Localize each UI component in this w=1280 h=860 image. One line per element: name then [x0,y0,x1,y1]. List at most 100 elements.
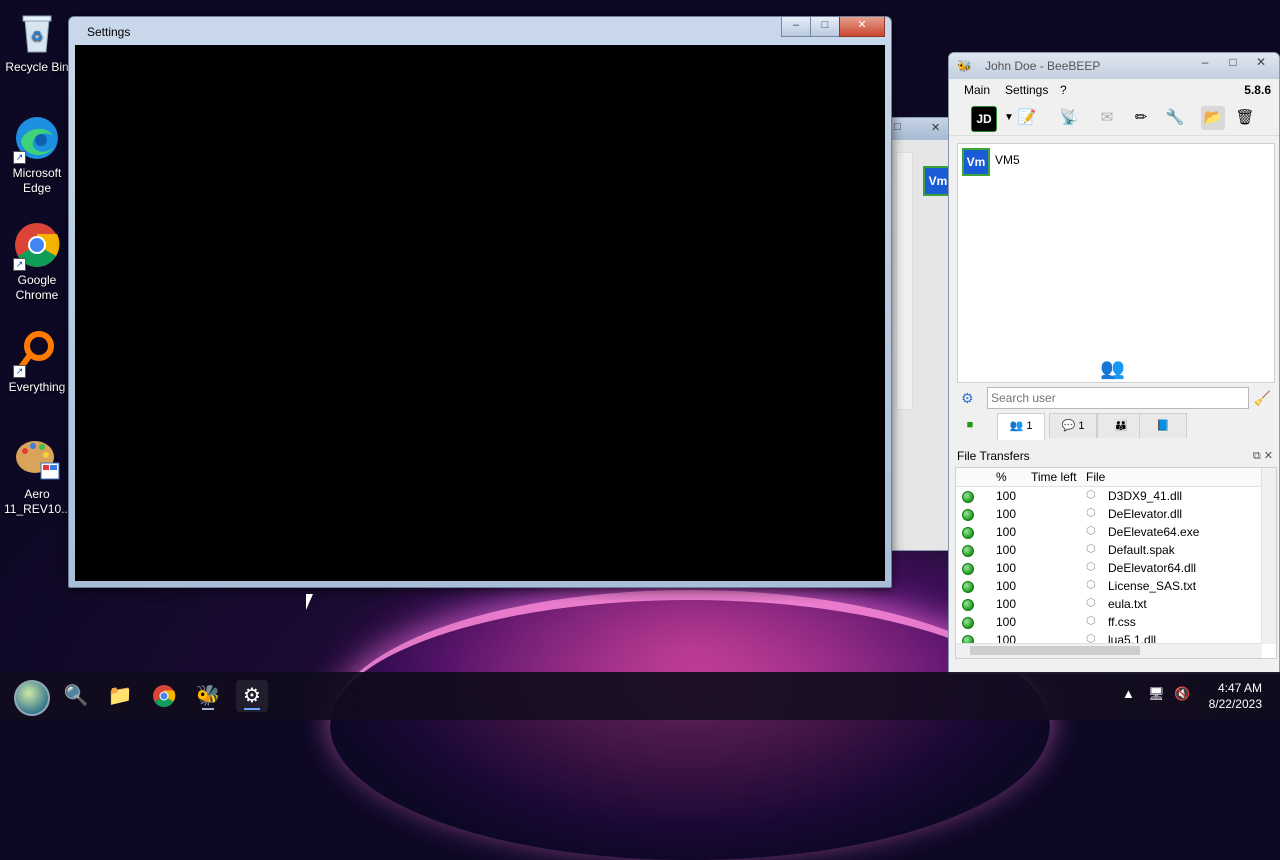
tab-users[interactable]: 👥 1 [997,413,1045,440]
file-transfers-table[interactable]: % Time left File 100 ⬡ D3DX9_41.dll 100 … [955,467,1277,659]
user-avatar[interactable]: Vm [962,148,990,176]
column-header[interactable]: File [1086,470,1105,484]
edit-profile-icon[interactable]: 📝 [1015,106,1039,130]
beebeep-taskbar-icon[interactable]: 🐝 [192,680,224,712]
table-row[interactable]: 100 ⬡ License_SAS.txt [956,577,1276,595]
menu-help[interactable]: ? [1060,83,1067,97]
scrollbar-thumb[interactable] [970,646,1140,655]
clear-icon[interactable]: 🗑 [1233,106,1257,130]
shortcut-arrow-icon: ↗ [13,151,26,164]
network-icon[interactable]: 📡 [1057,106,1081,130]
table-header: % Time left File [956,468,1276,487]
table-row[interactable]: 100 ⬡ ff.css [956,613,1276,631]
percent-cell: 100 [996,489,1017,503]
percent-cell: 100 [996,543,1017,557]
profile-button[interactable]: JD [971,106,997,132]
menu-bar: Main Settings ? 5.8.6 [949,79,1279,101]
chrome-icon[interactable] [148,680,180,712]
tab-share[interactable]: 📘 [1139,413,1187,438]
search-icon[interactable]: 🔍 [60,680,92,712]
write-icon[interactable]: ✏ [1129,106,1153,130]
close-icon[interactable]: ✕ [931,121,940,134]
beebeep-window[interactable]: 🐝 John Doe - BeeBEEP – □ ✕ Main Settings… [948,52,1280,674]
file-explorer-icon[interactable]: 📁 [104,680,136,712]
dock-close-icon[interactable]: ⧉ ✕ [1253,449,1273,463]
table-row[interactable]: 100 ⬡ DeElevate64.exe [956,523,1276,541]
file-transfers-title: File Transfers [957,449,1030,463]
tools-icon[interactable]: 🔧 [1163,106,1187,130]
tab-online[interactable]: ■ [953,413,987,437]
status-icon [962,617,974,629]
desktop-icon-aero[interactable]: Aero 11_REV10.... [4,435,75,517]
status-icon [962,563,974,575]
settings-taskbar-icon[interactable]: ⚙ [236,680,268,712]
maximize-icon[interactable]: □ [894,121,901,133]
chat-icon: 💬 [1061,420,1076,432]
maximize-button[interactable]: □ [810,17,840,37]
file-icon: ⬡ [1086,597,1096,609]
table-row[interactable]: 100 ⬡ DeElevator64.dll [956,559,1276,577]
tray-overflow-icon[interactable]: ▲ [1122,686,1135,701]
file-name-cell: DeElevator.dll [1108,507,1183,521]
svg-text:♻: ♻ [31,28,44,44]
desktop-icon-recycle-bin[interactable]: ♻ Recycle Bin [4,8,70,75]
everything-icon: ↗ [13,328,61,378]
percent-cell: 100 [996,597,1017,611]
clock[interactable]: 4:47 AM 8/22/2023 [1209,680,1262,712]
toolbar: JD ▼ 📝 📡 ✉ ✏ 🔧 📂 🗑 [949,101,1279,136]
column-header[interactable]: Time left [1031,470,1077,484]
share-folder-icon[interactable]: 📂 [1201,106,1225,130]
settings-content-area[interactable] [75,45,885,581]
vertical-scrollbar[interactable] [1261,468,1276,644]
version-label: 5.8.6 [1244,83,1271,97]
clock-date: 8/22/2023 [1208,697,1262,711]
window-title: John Doe - BeeBEEP [985,59,1101,73]
background-window-titlebar[interactable]: □ ✕ [891,118,951,140]
chrome-icon: ↗ [13,221,61,271]
file-name-cell: DeElevator64.dll [1108,561,1197,575]
file-name-cell: DeElevate64.exe [1108,525,1200,539]
gear-icon[interactable]: ⚙ [961,390,974,407]
settings-window[interactable]: Settings – □ ✕ [68,16,892,588]
minimize-button[interactable]: – [781,17,811,37]
status-icon [962,599,974,611]
horizontal-scrollbar[interactable] [956,643,1262,658]
background-window-scrollbar[interactable] [896,152,913,410]
user-name[interactable]: VM5 [995,153,1020,167]
desktop-icon-everything[interactable]: ↗ Everything [4,328,70,395]
beebeep-titlebar[interactable]: 🐝 John Doe - BeeBEEP – □ ✕ [949,53,1279,79]
users-icon: 👥 [1009,420,1024,432]
table-row[interactable]: 100 ⬡ Default.spak [956,541,1276,559]
tab-count: 1 [1078,420,1085,432]
tab-groups[interactable]: 👪 [1097,413,1145,438]
table-row[interactable]: 100 ⬡ D3DX9_41.dll [956,487,1276,505]
tab-chats[interactable]: 💬 1 [1049,413,1097,438]
minimize-button[interactable]: – [1191,53,1219,71]
clear-search-icon[interactable]: 🧹 [1254,390,1271,407]
close-button[interactable]: ✕ [839,17,885,37]
desktop-icon-label: Google Chrome [15,273,59,302]
groups-icon: 👪 [1114,420,1128,432]
start-button[interactable] [14,680,50,716]
desktop-icon-label: Recycle Bin [5,60,69,74]
table-row[interactable]: 100 ⬡ DeElevator.dll [956,505,1276,523]
column-header[interactable]: % [996,470,1007,484]
window-controls: – □ ✕ [1191,53,1275,71]
maximize-button[interactable]: □ [1219,53,1247,71]
file-icon: ⬡ [1086,489,1096,501]
message-icon[interactable]: ✉ [1095,106,1119,130]
file-transfers-header: File Transfers ⧉ ✕ [957,449,1273,465]
table-row[interactable]: 100 ⬡ eula.txt [956,595,1276,613]
volume-muted-icon[interactable]: 🔇 [1174,686,1190,702]
desktop-icon-edge[interactable]: ↗ Microsoft Edge [4,114,70,196]
desktop-icon-chrome[interactable]: ↗ Google Chrome [4,221,70,303]
network-icon[interactable]: 🖥 [1148,686,1165,702]
background-window[interactable]: □ ✕ Vm [890,117,953,551]
user-list[interactable]: Vm VM5 👥 [957,143,1275,383]
aero-icon [13,435,61,483]
search-input[interactable] [987,387,1249,409]
tab-count: 1 [1026,420,1033,432]
menu-main[interactable]: Main [964,83,990,97]
menu-settings[interactable]: Settings [1005,83,1048,97]
close-button[interactable]: ✕ [1247,53,1275,71]
